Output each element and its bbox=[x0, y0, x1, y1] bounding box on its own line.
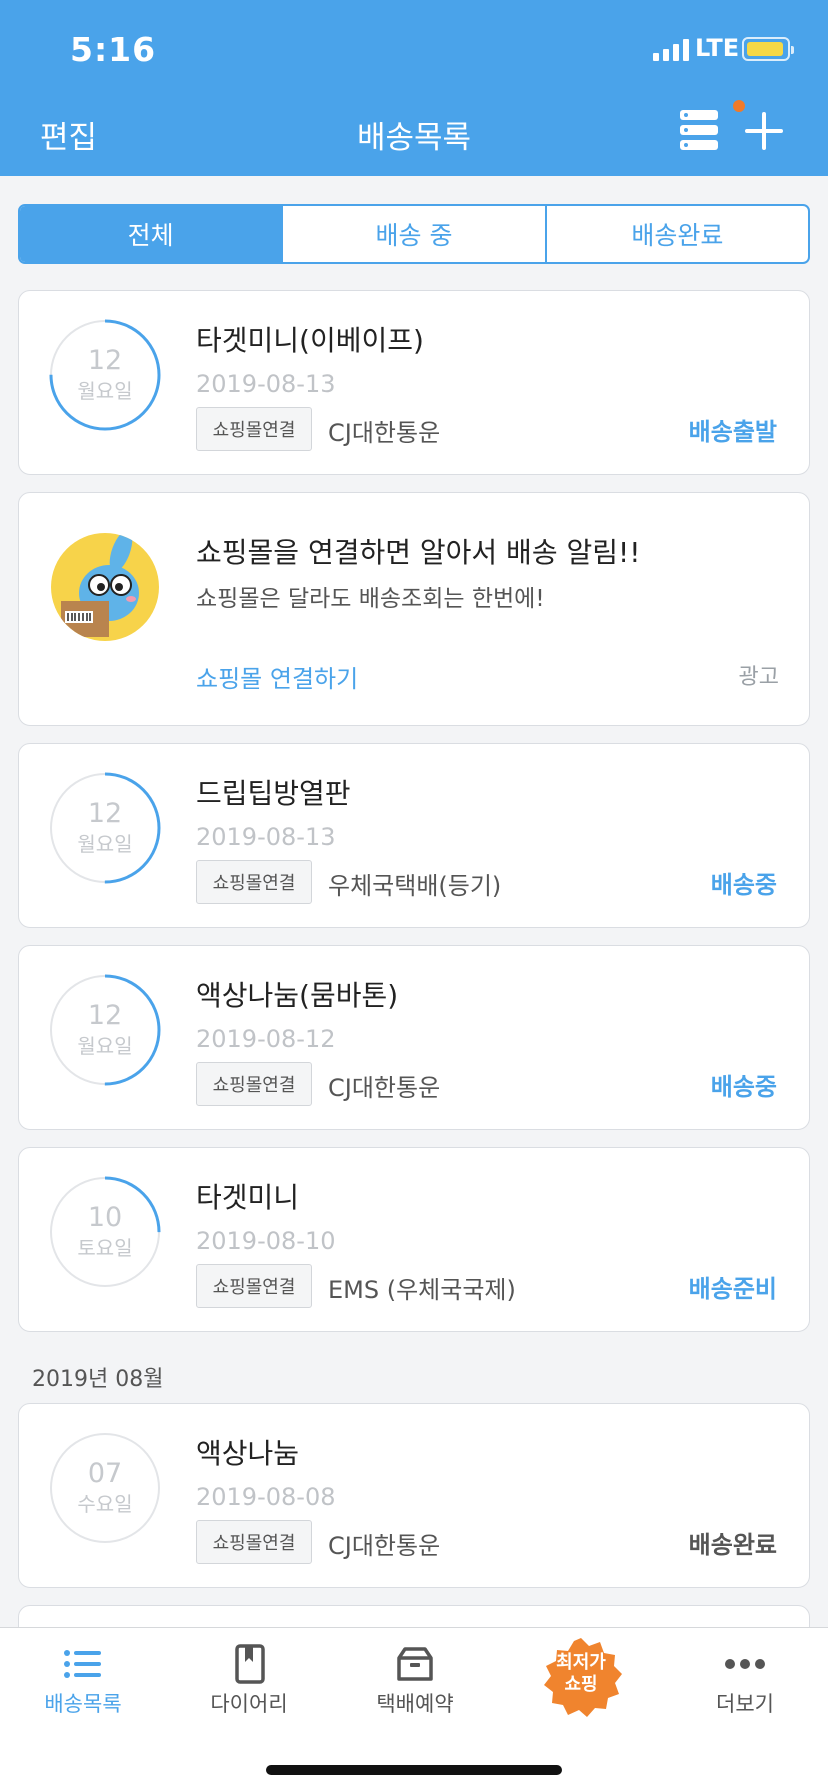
network-label: LTE bbox=[695, 34, 740, 62]
item-name: 타겟미니 bbox=[196, 1181, 300, 1214]
ad-subtitle: 쇼핑몰은 달라도 배송조회는 한번에! bbox=[196, 586, 545, 612]
notification-dot bbox=[733, 100, 745, 112]
tabbar-item-delivery-list[interactable]: 배송목록 bbox=[0, 1628, 166, 1738]
date-day: 12 bbox=[87, 345, 123, 376]
shipment-card[interactable]: 12 월요일 드립팁방열판 2019-08-13 쇼핑몰연결 우체국택배(등기)… bbox=[18, 743, 810, 928]
tabbar-item-diary[interactable]: 다이어리 bbox=[166, 1628, 332, 1738]
courier-name: CJ대한통운 bbox=[328, 1074, 441, 1102]
shipment-card[interactable]: 07 수요일 액상나눔 2019-08-08 쇼핑몰연결 CJ대한통운 배송완료 bbox=[18, 1403, 810, 1588]
shopping-badge-label: 최저가 쇼핑 bbox=[556, 1652, 606, 1695]
tabbar-label: 더보기 bbox=[716, 1692, 774, 1716]
date-day: 12 bbox=[87, 798, 123, 829]
box-icon bbox=[395, 1644, 435, 1684]
tabbar-label: 택배예약 bbox=[376, 1692, 454, 1716]
item-name: 액상나눔 bbox=[196, 1437, 300, 1470]
courier-name: CJ대한통운 bbox=[328, 419, 441, 447]
filter-tabs: 전체 배송 중 배송완료 bbox=[18, 204, 810, 264]
delivery-status: 배송완료 bbox=[688, 1531, 777, 1559]
date-weekday: 월요일 bbox=[77, 379, 133, 403]
date-weekday: 월요일 bbox=[77, 1034, 133, 1058]
date-progress-ring: 12 월요일 bbox=[49, 772, 161, 884]
status-time: 5:16 bbox=[70, 30, 157, 69]
item-date: 2019-08-08 bbox=[196, 1483, 336, 1511]
date-weekday: 월요일 bbox=[77, 832, 133, 856]
date-progress-ring: 12 월요일 bbox=[49, 974, 161, 1086]
delivery-status: 배송중 bbox=[710, 871, 777, 899]
tabbar-item-shopping[interactable]: 최저가 쇼핑 bbox=[498, 1628, 664, 1738]
tabbar-item-parcel-booking[interactable]: 택배예약 bbox=[332, 1628, 498, 1738]
tabbar-item-more[interactable]: 더보기 bbox=[662, 1628, 828, 1738]
date-weekday: 토요일 bbox=[77, 1236, 133, 1260]
status-bar: 5:16 LTE bbox=[0, 0, 828, 100]
app-header: 5:16 LTE 편집 배송목록 bbox=[0, 0, 828, 176]
shopping-mall-link-chip[interactable]: 쇼핑몰연결 bbox=[196, 1062, 312, 1106]
edit-button[interactable]: 편집 bbox=[40, 112, 97, 157]
tab-delivered[interactable]: 배송완료 bbox=[544, 206, 808, 262]
tab-in-transit[interactable]: 배송 중 bbox=[281, 206, 544, 262]
courier-name: EMS (우체국국제) bbox=[328, 1276, 516, 1304]
shipment-card[interactable]: 12 월요일 타겟미니(이베이프) 2019-08-13 쇼핑몰연결 CJ대한통… bbox=[18, 290, 810, 475]
tab-all[interactable]: 전체 bbox=[20, 206, 282, 262]
item-date: 2019-08-13 bbox=[196, 823, 336, 851]
shopping-badge-icon: 최저가 쇼핑 bbox=[539, 1636, 623, 1720]
item-date: 2019-08-13 bbox=[196, 370, 336, 398]
add-icon[interactable] bbox=[745, 112, 783, 150]
courier-name: 우체국택배(등기) bbox=[328, 872, 502, 900]
connect-shopping-mall-link[interactable]: 쇼핑몰 연결하기 bbox=[196, 659, 358, 694]
item-date: 2019-08-12 bbox=[196, 1025, 336, 1053]
item-name: 타겟미니(이베이프) bbox=[196, 324, 424, 357]
shopping-mall-link-chip[interactable]: 쇼핑몰연결 bbox=[196, 1264, 312, 1308]
shopping-mall-link-chip[interactable]: 쇼핑몰연결 bbox=[196, 407, 312, 451]
list-view-icon[interactable] bbox=[680, 110, 720, 152]
more-icon bbox=[725, 1644, 765, 1684]
shipment-card[interactable]: 12 월요일 액상나눔(뭄바톤) 2019-08-12 쇼핑몰연결 CJ대한통운… bbox=[18, 945, 810, 1130]
shipment-card[interactable]: 10 토요일 타겟미니 2019-08-10 쇼핑몰연결 EMS (우체국국제)… bbox=[18, 1147, 810, 1332]
date-day: 07 bbox=[87, 1458, 123, 1489]
ad-tag: 광고 bbox=[738, 665, 779, 690]
tabbar-label: 배송목록 bbox=[44, 1692, 122, 1716]
book-icon bbox=[229, 1644, 269, 1684]
delivery-status: 배송출발 bbox=[688, 418, 777, 446]
mascot-icon bbox=[51, 533, 159, 641]
battery-icon bbox=[742, 37, 794, 61]
date-progress-ring: 10 토요일 bbox=[49, 1176, 161, 1288]
item-name: 드립팁방열판 bbox=[196, 777, 351, 810]
signal-icon bbox=[653, 37, 693, 61]
courier-name: CJ대한통운 bbox=[328, 1532, 441, 1560]
item-date: 2019-08-10 bbox=[196, 1227, 336, 1255]
item-name: 액상나눔(뭄바톤) bbox=[196, 979, 399, 1012]
ad-title: 쇼핑몰을 연결하면 알아서 배송 알림!! bbox=[196, 536, 641, 569]
delivery-status: 배송준비 bbox=[688, 1275, 777, 1303]
date-day: 10 bbox=[87, 1202, 123, 1233]
date-weekday: 수요일 bbox=[77, 1492, 133, 1516]
home-indicator bbox=[266, 1765, 562, 1775]
month-section-header: 2019년 08월 bbox=[32, 1367, 164, 1392]
date-progress-ring: 12 월요일 bbox=[49, 319, 161, 431]
tabbar-label: 다이어리 bbox=[210, 1692, 288, 1716]
date-day: 12 bbox=[87, 1000, 123, 1031]
shopping-mall-link-chip[interactable]: 쇼핑몰연결 bbox=[196, 1520, 312, 1564]
list-icon bbox=[63, 1644, 103, 1684]
shopping-mall-link-chip[interactable]: 쇼핑몰연결 bbox=[196, 860, 312, 904]
date-progress-ring: 07 수요일 bbox=[49, 1432, 161, 1544]
ad-card[interactable]: 쇼핑몰을 연결하면 알아서 배송 알림!! 쇼핑몰은 달라도 배송조회는 한번에… bbox=[18, 492, 810, 726]
delivery-status: 배송중 bbox=[710, 1073, 777, 1101]
